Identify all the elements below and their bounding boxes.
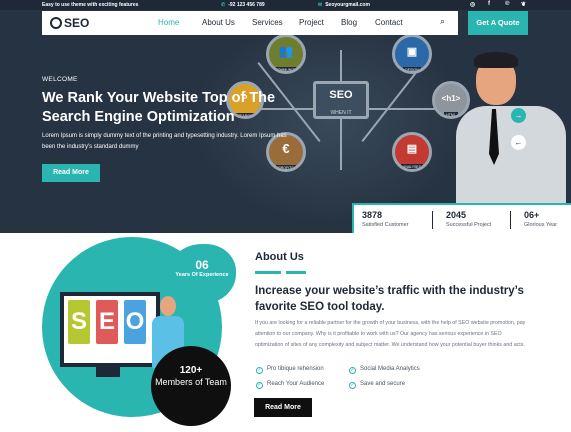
email-address: Seoyourgmail.com [325, 2, 370, 8]
presenter-head [160, 296, 176, 316]
top-phone[interactable]: ✆ -92 123 456 789 [221, 2, 265, 8]
html-tag-icon: <h1> [441, 94, 461, 103]
nav-item-contact[interactable]: Contact [375, 18, 403, 27]
check-circle-icon: ✓ [256, 367, 263, 374]
title-underline [286, 271, 306, 274]
seo-card-e: E [96, 300, 118, 344]
community-icon: 👥 [278, 44, 294, 58]
logo-icon [50, 17, 62, 29]
stat-number: 3878 [362, 210, 383, 220]
businessman-hair [474, 52, 518, 68]
members-badge: 120+ Members of Team [151, 346, 231, 426]
report-icon: ▤ [406, 143, 418, 155]
seo-monitor: SEO WHEN IT [313, 81, 369, 119]
analyses-label: ANALYSES [400, 164, 424, 169]
nav-item-services[interactable]: Services [252, 18, 283, 27]
monitor-title: SEO [329, 89, 353, 101]
main-nav: SEO Home About Us Services Project Blog … [42, 11, 458, 35]
about-read-more-button[interactable]: Read More [254, 398, 312, 417]
design-label: DESIGN [403, 67, 421, 72]
experience-badge: 06 Years Of Experience [168, 244, 236, 304]
nav-item-home[interactable]: Home [158, 18, 179, 27]
check-item: ✓ Reach Your Audience [256, 381, 324, 389]
instagram-icon[interactable]: ◎ [470, 1, 475, 8]
hero-read-more-button[interactable]: Read More [42, 164, 100, 182]
nav-item-blog[interactable]: Blog [341, 18, 357, 27]
check-circle-icon: ✓ [349, 382, 356, 389]
stat-divider [432, 211, 433, 229]
stat-number: 06+ [524, 210, 540, 220]
check-label: Pro tibique rehension [267, 366, 324, 372]
top-tagline: Easy to use theme with exciting features [42, 2, 139, 8]
check-item: ✓ Social Media Analytics [349, 366, 420, 374]
check-label: Save and secure [360, 381, 406, 387]
mail-icon: ✉ [318, 2, 323, 8]
hero-welcome: WELCOME [42, 76, 78, 83]
about-title: About Us [255, 251, 304, 263]
board-stand [96, 367, 120, 377]
check-label: Social Media Analytics [360, 366, 420, 372]
top-email[interactable]: ✉ Seoyourgmail.com [318, 2, 370, 8]
phone-icon: ✆ [221, 2, 226, 8]
stat-divider [510, 211, 511, 229]
check-item: ✓ Save and secure [349, 381, 405, 389]
seo-card-s: S [68, 300, 90, 344]
html-label: HTML [444, 112, 458, 117]
businessman-body [456, 106, 566, 216]
check-label: Reach Your Audience [267, 381, 325, 387]
next-arrow-icon[interactable]: → [511, 108, 526, 123]
logo-text: SEO [64, 16, 90, 30]
title-underline [255, 271, 281, 274]
stat-label: Glorious Year [524, 222, 558, 228]
community-node: 👥 COMMUNITY [266, 34, 306, 74]
stat-number: 2045 [446, 210, 467, 220]
design-node: ▣ DESIGN [392, 34, 432, 74]
experience-label: Years Of Experience [175, 272, 229, 278]
hero-title: We Rank Your Website Top of The Search E… [42, 90, 276, 125]
twitter-icon[interactable]: ❦ [521, 1, 526, 8]
pinterest-icon[interactable]: ℗ [505, 1, 509, 7]
nav-item-about[interactable]: About Us [202, 18, 235, 27]
design-icon: ▣ [406, 46, 418, 58]
prev-arrow-icon[interactable]: ← [511, 135, 526, 150]
profits-label: PROFITS [276, 165, 296, 170]
stat-label: Satisfied Customer [362, 222, 409, 228]
nav-item-project[interactable]: Project [299, 18, 324, 27]
check-item: ✓ Pro tibique rehension [256, 366, 324, 374]
check-circle-icon: ✓ [256, 382, 263, 389]
stats-bar: 3878 Satisfied Customer 2045 Successful … [352, 203, 571, 233]
phone-number: -92 123 456 789 [228, 2, 265, 8]
about-description: If you are looking for a reliable partne… [255, 320, 526, 348]
hero-description: Lorem Ipsum is simply dummy text of the … [42, 133, 287, 150]
experience-number: 06 [195, 258, 209, 272]
stat-label: Successful Project [446, 222, 492, 228]
analyses-node: ▤ ANALYSES [392, 132, 432, 172]
seo-card-o: O [124, 300, 146, 344]
members-number: 120+ [179, 365, 203, 376]
top-bar: Easy to use theme with exciting features… [0, 0, 571, 10]
about-heading: Increase your website’s traffic with the… [255, 285, 524, 313]
search-icon[interactable]: ⌕ [440, 16, 445, 27]
check-circle-icon: ✓ [349, 367, 356, 374]
logo[interactable]: SEO [50, 16, 89, 30]
members-label: Members of Team [155, 377, 227, 387]
facebook-icon[interactable]: f [488, 1, 490, 7]
get-quote-button[interactable]: Get A Quote [468, 11, 528, 35]
monitor-subtitle: WHEN IT [330, 110, 352, 116]
